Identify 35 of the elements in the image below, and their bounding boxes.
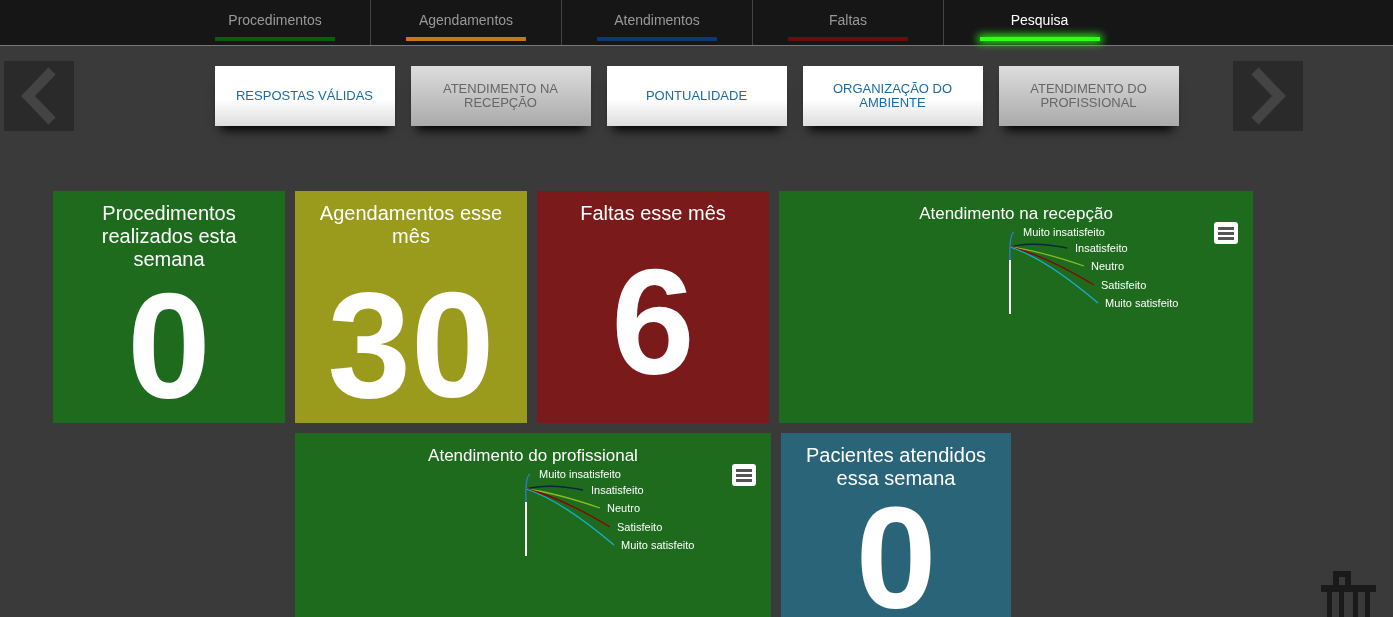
tile-title: Procedimentos realizados esta semana [100,201,238,271]
filter-button[interactable]: RESPOSTAS VÁLIDAS [214,66,395,126]
nav-tab[interactable]: Pesquisa [944,0,1135,45]
chart-title: Atendimento do profissional [427,445,639,467]
slice-label: Insatisfeito [591,484,644,496]
filter-button[interactable]: ATENDIMENTO NA RECEPÇÃO [410,66,591,126]
filter-button[interactable]: ATENDIMENTO DO PROFISSIONAL [998,66,1179,126]
trash-icon[interactable] [1321,571,1376,617]
menu-icon[interactable] [1214,222,1238,244]
slice-label: Neutro [607,502,641,514]
slice-label: Muito insatisfeito [539,468,621,480]
slice-label: Muito satisfeito [1105,297,1179,309]
tile-title: Pacientes atendidos essa semana [804,443,988,490]
slice-label: Muito insatisfeito [1023,226,1105,238]
tile-value: 0 [855,504,937,613]
previous-button[interactable] [4,61,74,131]
nav-tab[interactable]: Atendimentos [562,0,753,45]
tile-title: Faltas esse mês [579,201,727,225]
tile-value: 30 [326,270,496,420]
filter-button[interactable]: ORGANIZAÇÃO DO AMBIENTE [802,66,983,126]
tile-value: 0 [126,271,212,421]
nav-tab[interactable]: Agendamentos [371,0,562,45]
menu-icon[interactable] [732,464,756,486]
slice-label: Muito satisfeito [621,539,695,551]
slice-label: Insatisfeito [1075,242,1128,254]
slice-label: Neutro [1091,260,1125,272]
next-button[interactable] [1233,61,1303,131]
tile-title: Agendamentos esse mês [318,201,504,248]
tile-value: 6 [610,247,696,397]
nav-tab[interactable]: Procedimentos [180,0,371,45]
filter-button[interactable]: PONTUALIDADE [606,66,787,126]
slice-label: Satisfeito [1101,279,1147,291]
slice-label: Satisfeito [617,521,663,533]
nav-tab[interactable]: Faltas [753,0,944,45]
chart-title: Atendimento na recepção [918,203,1114,225]
